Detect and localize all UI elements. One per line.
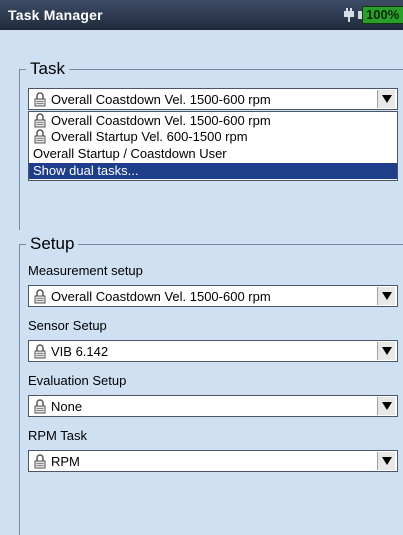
task-option-show-dual[interactable]: Show dual tasks... xyxy=(29,163,397,179)
plug-icon xyxy=(344,8,354,22)
battery-icon: 100% xyxy=(358,6,403,24)
app-title: Task Manager xyxy=(8,7,103,23)
sensor-setup-dropdown[interactable]: VIB 6.142 xyxy=(28,340,398,362)
rpm-task-label: RPM Task xyxy=(28,428,87,443)
dropdown-arrow-icon[interactable] xyxy=(377,90,395,108)
measurement-setup-dropdown[interactable]: Overall Coastdown Vel. 1500-600 rpm xyxy=(28,285,398,307)
task-options-list: Overall Coastdown Vel. 1500-600 rpm Over… xyxy=(28,111,398,181)
task-option-coastdown[interactable]: Overall Coastdown Vel. 1500-600 rpm xyxy=(29,113,397,129)
evaluation-setup-label: Evaluation Setup xyxy=(28,373,127,388)
measurement-setup-label: Measurement setup xyxy=(28,263,143,278)
task-dropdown[interactable]: Overall Coastdown Vel. 1500-600 rpm xyxy=(28,88,398,110)
sensor-setup-value: VIB 6.142 xyxy=(51,344,109,359)
task-option-startup[interactable]: Overall Startup Vel. 600-1500 rpm xyxy=(29,129,397,145)
battery-level: 100% xyxy=(366,7,400,22)
task-selected-value: Overall Coastdown Vel. 1500-600 rpm xyxy=(51,92,271,107)
dropdown-arrow-icon[interactable] xyxy=(377,287,395,305)
option-label: Overall Startup Vel. 600-1500 rpm xyxy=(51,129,248,144)
rpm-task-value: RPM xyxy=(51,454,80,469)
lock-icon xyxy=(34,344,46,359)
title-bar: Task Manager 100% xyxy=(0,0,403,30)
lock-icon xyxy=(34,113,46,128)
option-label: Overall Coastdown Vel. 1500-600 rpm xyxy=(51,113,271,128)
option-label: Overall Startup / Coastdown User xyxy=(33,146,227,161)
lock-icon xyxy=(34,289,46,304)
dropdown-arrow-icon[interactable] xyxy=(377,452,395,470)
lock-icon xyxy=(34,129,46,144)
lock-icon xyxy=(34,92,46,107)
lock-icon xyxy=(34,454,46,469)
measurement-setup-value: Overall Coastdown Vel. 1500-600 rpm xyxy=(51,289,271,304)
option-label: Show dual tasks... xyxy=(33,163,139,178)
sensor-setup-label: Sensor Setup xyxy=(28,318,107,333)
dropdown-arrow-icon[interactable] xyxy=(377,397,395,415)
evaluation-setup-dropdown[interactable]: None xyxy=(28,395,398,417)
evaluation-setup-value: None xyxy=(51,399,83,414)
setup-legend: Setup xyxy=(26,234,79,254)
rpm-task-dropdown[interactable]: RPM xyxy=(28,450,398,472)
task-option-user[interactable]: Overall Startup / Coastdown User xyxy=(29,146,397,162)
task-legend: Task xyxy=(26,59,69,79)
dropdown-arrow-icon[interactable] xyxy=(377,342,395,360)
lock-icon xyxy=(34,399,46,414)
